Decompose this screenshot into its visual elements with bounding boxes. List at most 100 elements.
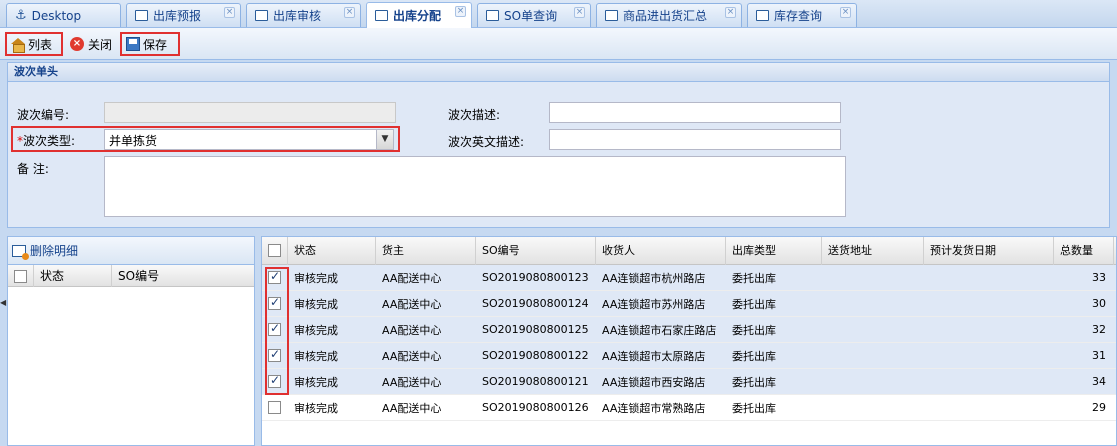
cell-status: 审核完成	[294, 349, 338, 363]
cell-owner: AA配送中心	[382, 271, 442, 285]
table-row[interactable]: 审核完成 AA配送中心 SO2019080800122 AA连锁超市太原路店 委…	[262, 343, 1116, 369]
col-date[interactable]: 预计发货日期	[924, 236, 1054, 265]
wave-desc-label: 波次描述:	[448, 108, 501, 122]
close-icon[interactable]: ×	[574, 7, 585, 18]
table-row[interactable]: 审核完成 AA配送中心 SO2019080800125 AA连锁超市石家庄路店 …	[262, 317, 1116, 343]
close-icon[interactable]: ×	[344, 7, 355, 18]
cell-type: 委托出库	[732, 349, 776, 363]
cell-qty: 31	[1092, 349, 1106, 362]
save-icon	[126, 37, 140, 51]
row-checkbox-cell[interactable]	[262, 401, 288, 415]
tab-inventory-query[interactable]: 库存查询 ×	[747, 3, 857, 27]
close-icon[interactable]: ×	[455, 6, 466, 17]
col-status[interactable]: 状态	[288, 236, 376, 265]
cell-consignee: AA连锁超市西安路店	[602, 375, 706, 389]
window-icon	[756, 10, 769, 21]
home-icon	[11, 37, 25, 53]
cell-so: SO2019080800121	[482, 375, 589, 388]
panel-title: 波次单头	[7, 62, 1110, 82]
close-button[interactable]: × 关闭	[66, 32, 120, 56]
chevron-down-icon[interactable]: ▼	[376, 130, 393, 149]
detail-col-so[interactable]: SO编号	[112, 265, 254, 287]
cell-consignee: AA连锁超市杭州路店	[602, 271, 706, 285]
table-row[interactable]: 审核完成 AA配送中心 SO2019080800124 AA连锁超市苏州路店 委…	[262, 291, 1116, 317]
close-icon[interactable]: ×	[725, 7, 736, 18]
wave-type-value: 并单拣货	[109, 134, 158, 148]
wave-type-select[interactable]: 并单拣货 ▼	[104, 129, 394, 150]
detail-select-all[interactable]	[8, 264, 34, 287]
list-button-label: 列表	[28, 37, 53, 52]
wave-no-label: 波次编号:	[17, 108, 70, 122]
col-type[interactable]: 出库类型	[726, 236, 822, 265]
delete-detail-icon	[12, 244, 29, 260]
save-button[interactable]: 保存	[120, 32, 180, 56]
remark-textarea[interactable]	[104, 156, 846, 217]
detail-col-status[interactable]: 状态	[34, 264, 112, 287]
cell-qty: 30	[1092, 297, 1106, 310]
so-grid: 状态 货主 SO编号 收货人 出库类型 送货地址 预计发货日期 总数量 审核完成…	[261, 236, 1117, 446]
window-icon	[486, 10, 499, 21]
tab-label: SO单查询	[504, 9, 558, 23]
cell-consignee: AA连锁超市苏州路店	[602, 297, 706, 311]
wave-desc-input[interactable]	[549, 102, 841, 123]
tab-label: 商品进出货汇总	[623, 9, 708, 23]
cell-qty: 33	[1092, 271, 1106, 284]
cell-type: 委托出库	[732, 297, 776, 311]
window-icon	[375, 10, 388, 21]
checkbox[interactable]	[268, 244, 281, 257]
delete-detail-button[interactable]: 删除明细	[8, 237, 254, 265]
collapse-handle[interactable]: ◀	[0, 236, 6, 446]
col-address[interactable]: 送货地址	[822, 236, 924, 265]
tab-bar: ⚓ Desktop 出库预报 × 出库审核 × 出库分配 × SO单查询 × 商…	[0, 0, 1117, 28]
close-icon[interactable]: ×	[840, 7, 851, 18]
cell-so: SO2019080800123	[482, 271, 589, 284]
cell-owner: AA配送中心	[382, 323, 442, 337]
tab-outbound-allocation[interactable]: 出库分配 ×	[366, 2, 472, 28]
cell-owner: AA配送中心	[382, 375, 442, 389]
delete-detail-label: 删除明细	[30, 244, 79, 258]
tab-label: 出库预报	[153, 9, 202, 23]
wave-no-input[interactable]	[104, 102, 396, 123]
checkbox[interactable]	[268, 401, 281, 415]
tab-desktop[interactable]: ⚓ Desktop	[6, 3, 121, 27]
cell-so: SO2019080800126	[482, 401, 589, 414]
wave-en-desc-input[interactable]	[549, 129, 841, 150]
tab-so-query[interactable]: SO单查询 ×	[477, 3, 591, 27]
table-row[interactable]: 审核完成 AA配送中心 SO2019080800123 AA连锁超市杭州路店 委…	[262, 265, 1116, 291]
cell-so: SO2019080800122	[482, 349, 589, 362]
close-icon[interactable]: ×	[224, 7, 235, 18]
window-icon	[605, 10, 618, 21]
tab-outbound-forecast[interactable]: 出库预报 ×	[126, 3, 241, 27]
col-so[interactable]: SO编号	[476, 236, 596, 265]
cell-type: 委托出库	[732, 323, 776, 337]
col-qty[interactable]: 总数量	[1054, 236, 1114, 265]
col-consignee[interactable]: 收货人	[596, 236, 726, 265]
window-icon	[255, 10, 268, 21]
tab-outbound-review[interactable]: 出库审核 ×	[246, 3, 361, 27]
grid-select-all[interactable]	[262, 236, 288, 265]
cell-type: 委托出库	[732, 401, 776, 415]
checkbox[interactable]	[14, 269, 27, 283]
tab-label: 库存查询	[774, 9, 823, 23]
cell-status: 审核完成	[294, 271, 338, 285]
window-icon	[135, 10, 148, 21]
close-button-label: 关闭	[88, 37, 113, 52]
table-row[interactable]: 审核完成 AA配送中心 SO2019080800121 AA连锁超市西安路店 委…	[262, 369, 1116, 395]
col-owner[interactable]: 货主	[376, 236, 476, 265]
tab-goods-summary[interactable]: 商品进出货汇总 ×	[596, 3, 742, 27]
close-circle-icon: ×	[70, 37, 84, 51]
grid-header: 状态 货主 SO编号 收货人 出库类型 送货地址 预计发货日期 总数量	[262, 236, 1116, 265]
tab-label: Desktop	[31, 8, 82, 23]
cell-type: 委托出库	[732, 375, 776, 389]
anchor-icon: ⚓	[15, 8, 27, 23]
wave-en-desc-label: 波次英文描述:	[448, 135, 525, 149]
cell-type: 委托出库	[732, 271, 776, 285]
toolbar: 列表 × 关闭 保存	[0, 28, 1117, 60]
list-button[interactable]: 列表	[5, 32, 63, 56]
table-row[interactable]: 审核完成 AA配送中心 SO2019080800126 AA连锁超市常熟路店 委…	[262, 395, 1116, 421]
cell-owner: AA配送中心	[382, 401, 442, 415]
cell-qty: 34	[1092, 375, 1106, 388]
cell-consignee: AA连锁超市太原路店	[602, 349, 706, 363]
detail-grid-header: 状态 SO编号	[8, 264, 254, 287]
remark-label: 备 注:	[17, 162, 49, 176]
